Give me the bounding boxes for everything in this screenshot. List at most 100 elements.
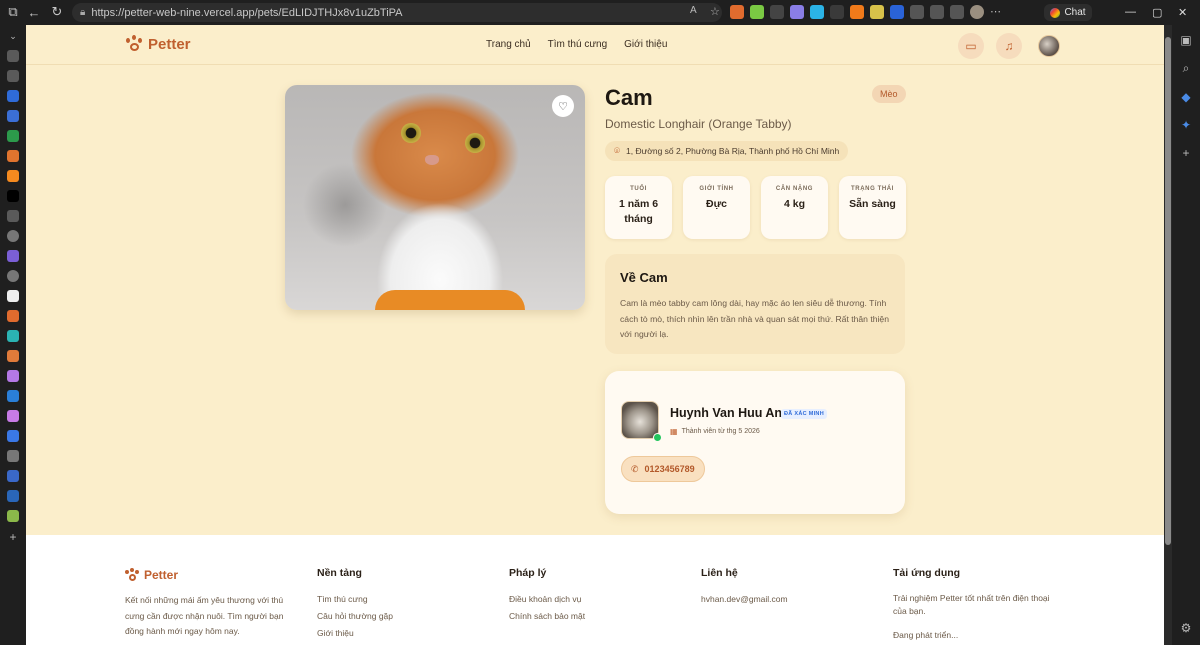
extension-icon[interactable]	[750, 5, 764, 19]
close-icon[interactable]: ✕	[1178, 6, 1187, 19]
nav-link-find-pets[interactable]: Tìm thú cưng	[548, 39, 608, 50]
paw-icon	[125, 35, 143, 53]
heart-icon: ♡	[558, 100, 568, 113]
tab-actions-icon[interactable]: ⧉	[3, 2, 23, 22]
sidebar-app-icon[interactable]	[7, 90, 19, 102]
sidebar-app-icon[interactable]	[7, 50, 19, 62]
minimize-icon[interactable]: —	[1125, 6, 1136, 18]
footer-col-title: Tải ứng dụng	[893, 567, 961, 579]
add-icon[interactable]: +	[9, 530, 16, 544]
history-icon[interactable]	[930, 5, 944, 19]
back-icon[interactable]: ←	[24, 2, 44, 22]
stat-value: 1 năm 6 tháng	[618, 198, 659, 225]
add-icon[interactable]: +	[1182, 146, 1189, 160]
extension-bar: A ☆ ⋯	[690, 5, 1004, 19]
address-bar[interactable]: 🔒︎ https://petter-web-nine.vercel.app/pe…	[72, 3, 722, 22]
chevron-down-icon[interactable]: ⌄	[9, 31, 17, 42]
footer-link-privacy[interactable]: Chính sách bảo mật	[509, 612, 585, 621]
stat-value: Sẵn sàng	[849, 198, 896, 210]
owner-avatar[interactable]	[621, 401, 659, 439]
search-icon[interactable]: ⌕	[1183, 61, 1190, 76]
linkedin-icon[interactable]	[7, 490, 19, 502]
footer-brand-logo[interactable]: Petter	[125, 568, 178, 582]
sidebar-app-icon[interactable]	[7, 510, 19, 522]
page-scrollbar[interactable]	[1164, 25, 1172, 645]
sidebar-app-icon[interactable]	[7, 350, 19, 362]
member-since-text: Thành viên từ thg 5 2026	[681, 428, 760, 435]
sidebar-app-icon[interactable]	[7, 410, 19, 422]
sidebar-app-icon[interactable]	[7, 250, 19, 262]
stat-status: TRẠNG THÁI Sẵn sàng	[839, 176, 906, 239]
user-avatar[interactable]	[1038, 35, 1060, 57]
location-text: 1, Đường số 2, Phường Bà Rịa, Thành phố …	[626, 146, 840, 156]
notifications-button[interactable]: ♫	[996, 33, 1022, 59]
footer-link-faq[interactable]: Câu hỏi thường gặp	[317, 612, 393, 621]
sidebar-app-icon[interactable]	[7, 170, 19, 182]
footer-app-status: Đang phát triển...	[893, 630, 959, 640]
sidebar-app-icon[interactable]	[7, 470, 19, 482]
reload-icon[interactable]: ↻	[47, 2, 67, 22]
species-badge: Mèo	[872, 85, 906, 103]
github-icon[interactable]	[7, 270, 19, 282]
extension-icon[interactable]	[770, 5, 784, 19]
github-icon[interactable]	[7, 230, 19, 242]
location-pin-icon: ⌾	[614, 145, 620, 157]
call-owner-button[interactable]: ✆ 0123456789	[621, 456, 705, 482]
footer-col-title: Liên hệ	[701, 567, 738, 579]
sidebar-app-icon[interactable]	[7, 390, 19, 402]
brand-logo[interactable]: Petter	[125, 35, 191, 53]
extension-icon[interactable]	[810, 5, 824, 19]
sidebar-app-icon[interactable]	[7, 70, 19, 82]
footer-link-about[interactable]: Giới thiệu	[317, 629, 393, 638]
sidebar-app-icon[interactable]	[7, 450, 19, 462]
extension-icon[interactable]	[870, 5, 884, 19]
paw-icon	[125, 568, 139, 582]
copilot-chat-button[interactable]: Chat	[1044, 4, 1092, 21]
footer-contact-email[interactable]: hvhan.dev@gmail.com	[701, 595, 788, 604]
stat-value: 4 kg	[783, 198, 805, 210]
sidebar-app-icon[interactable]	[7, 430, 19, 442]
sidebar-app-icon[interactable]	[7, 150, 19, 162]
sidebar-app-icon[interactable]	[7, 310, 19, 322]
favorite-button[interactable]: ♡	[552, 95, 574, 117]
shield-icon[interactable]	[950, 5, 964, 19]
chat-label: Chat	[1064, 7, 1086, 18]
extension-icon[interactable]	[850, 5, 864, 19]
footer-description: Kết nối những mái ấm yêu thương với thú …	[125, 595, 284, 636]
restore-icon[interactable]: ▢	[1152, 6, 1162, 19]
owner-name[interactable]: Huynh Van Huu An	[670, 406, 782, 420]
stat-age: TUỔI 1 năm 6 tháng	[605, 176, 672, 239]
sidebar-app-icon[interactable]	[7, 330, 19, 342]
chat-bubble-icon: ▭	[965, 39, 977, 53]
pet-name: Cam	[605, 85, 653, 110]
panel-app-icon[interactable]: ▣	[1180, 33, 1191, 47]
extension-icon[interactable]	[830, 5, 844, 19]
stat-value: Đực	[705, 198, 728, 210]
sidebar-app-icon[interactable]	[7, 190, 19, 202]
nav-link-about[interactable]: Giới thiệu	[624, 39, 667, 50]
sidebar-app-icon[interactable]	[7, 110, 19, 122]
nav-link-home[interactable]: Trang chủ	[486, 39, 531, 50]
stat-label: TRẠNG THÁI	[851, 186, 894, 192]
extension-icon[interactable]	[790, 5, 804, 19]
extension-icon[interactable]	[910, 5, 924, 19]
scrollbar-thumb[interactable]	[1165, 37, 1171, 545]
pet-location: ⌾ 1, Đường số 2, Phường Bà Rịa, Thành ph…	[605, 141, 849, 161]
sidebar-app-icon[interactable]	[7, 290, 19, 302]
tag-icon[interactable]: ◆	[1181, 90, 1190, 104]
footer-link-terms[interactable]: Điều khoản dịch vụ	[509, 595, 585, 604]
more-icon[interactable]: ⋯	[990, 5, 1004, 19]
read-aloud-icon[interactable]: A	[690, 5, 704, 19]
sidebar-app-icon[interactable]	[7, 210, 19, 222]
stat-gender: GIỚI TÍNH Đực	[683, 176, 750, 239]
copilot-spark-icon[interactable]: ✦	[1181, 118, 1191, 132]
extension-icon[interactable]	[890, 5, 904, 19]
sidebar-app-icon[interactable]	[7, 370, 19, 382]
settings-gear-icon[interactable]: ⚙	[1181, 621, 1192, 635]
extension-icon[interactable]	[730, 5, 744, 19]
footer-link-find-pets[interactable]: Tìm thú cưng	[317, 595, 393, 604]
favorite-star-icon[interactable]: ☆	[710, 5, 724, 19]
messages-button[interactable]: ▭	[958, 33, 984, 59]
sidebar-app-icon[interactable]	[7, 130, 19, 142]
profile-avatar-icon[interactable]	[970, 5, 984, 19]
